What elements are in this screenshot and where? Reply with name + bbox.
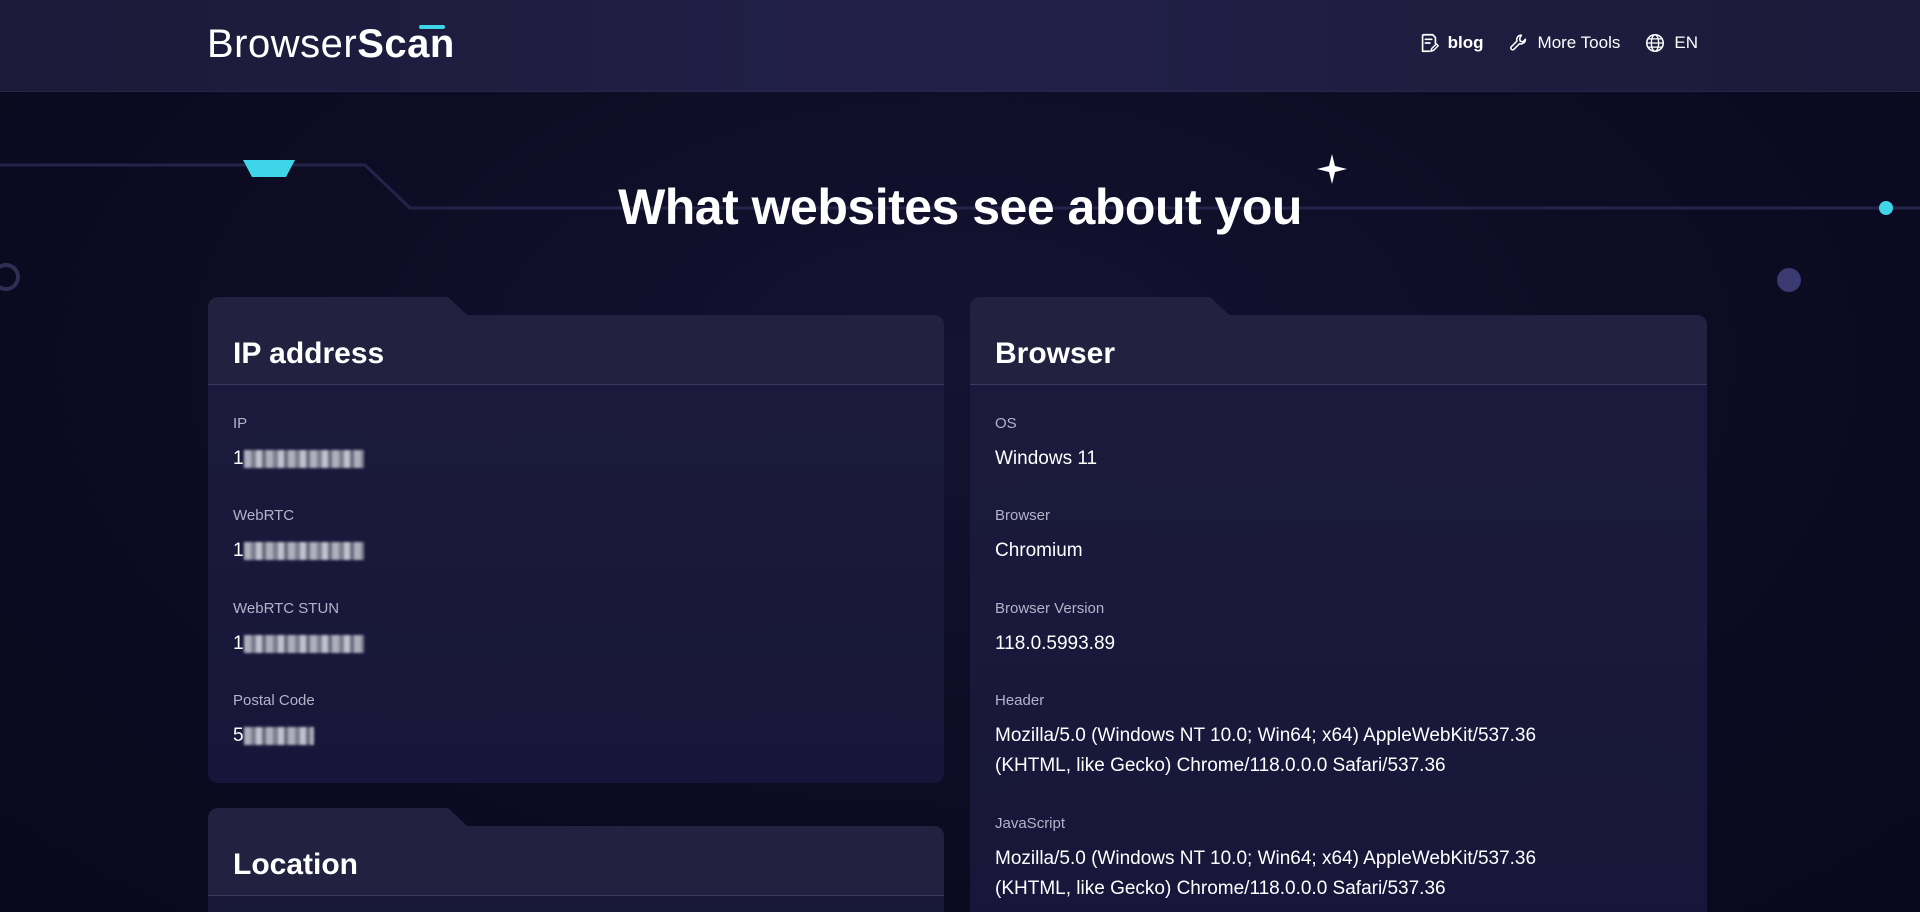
field-label: Browser Version: [995, 600, 1105, 617]
field-value[interactable]: 1: [233, 629, 364, 659]
field-value[interactable]: Mozilla/5.0 (Windows NT 10.0; Win64; x64…: [995, 844, 1615, 904]
field-value[interactable]: Chromium: [995, 536, 1083, 566]
header-nav: blog More Tools EN: [1418, 32, 1698, 54]
header-field: Header Mozilla/5.0 (Windows NT 10.0; Win…: [995, 692, 1615, 781]
redacted-value: [243, 726, 314, 745]
language-selector[interactable]: EN: [1644, 32, 1698, 54]
logo-text-browser: Browser: [207, 22, 358, 66]
redacted-value: [243, 449, 364, 468]
field-label: Browser: [995, 507, 1051, 524]
nav-more-tools-link[interactable]: More Tools: [1508, 32, 1621, 54]
browserscan-logo[interactable]: BrowserScan: [207, 22, 455, 66]
webrtc-stun-field: WebRTC STUN 1: [233, 600, 364, 659]
browser-card: Browser OS Windows 11 Browser Chromium B…: [970, 297, 1707, 912]
nav-blog-link[interactable]: blog: [1418, 32, 1484, 54]
webrtc-field: WebRTC 1: [233, 507, 364, 566]
field-label: JavaScript: [995, 815, 1066, 832]
field-label: WebRTC: [233, 507, 295, 524]
cyan-marker: [243, 160, 295, 177]
field-value[interactable]: Windows 11: [995, 444, 1097, 474]
page-title: What websites see about you: [618, 179, 1302, 235]
os-field: OS Windows 11: [995, 415, 1097, 474]
location-card: Location: [208, 808, 944, 912]
logo-accent-bar: [418, 25, 445, 29]
field-value[interactable]: 5: [233, 721, 315, 751]
nav-blog-label: blog: [1447, 33, 1484, 52]
document-edit-icon: [1421, 33, 1439, 53]
browser-card-title: Browser: [995, 337, 1116, 370]
location-card-title: Location: [233, 848, 358, 881]
ip-card-title: IP address: [233, 337, 385, 370]
browser-field: Browser Chromium: [995, 507, 1083, 566]
top-header: BrowserScan blog More Tools EN: [0, 0, 1920, 92]
card-header: IP address: [208, 315, 944, 385]
ring-decoration: [0, 263, 20, 291]
field-label: Postal Code: [233, 692, 315, 709]
language-label: EN: [1674, 33, 1698, 52]
wrench-icon: [1509, 34, 1526, 51]
field-value[interactable]: 118.0.5993.89: [995, 629, 1115, 659]
field-value[interactable]: 1: [233, 444, 364, 474]
card-header: Location: [208, 826, 944, 896]
javascript-field: JavaScript Mozilla/5.0 (Windows NT 10.0;…: [995, 815, 1615, 904]
field-label: Header: [995, 692, 1045, 709]
browser-version-field: Browser Version 118.0.5993.89: [995, 600, 1115, 659]
redacted-value: [243, 634, 364, 653]
card-header: Browser: [970, 315, 1707, 385]
field-label: OS: [995, 415, 1017, 432]
logo-text-scan: Scan: [357, 22, 455, 66]
purple-dot: [1777, 268, 1801, 292]
field-label: IP: [233, 415, 248, 432]
field-value[interactable]: 1: [233, 536, 364, 566]
ip-address-card: IP address IP 1 WebRTC 1 WebRTC STUN 1 P…: [208, 297, 944, 783]
postal-code-field: Postal Code 5: [233, 692, 315, 751]
redacted-value: [243, 541, 364, 560]
globe-icon: [1646, 33, 1665, 53]
field-label: WebRTC STUN: [233, 600, 340, 617]
page: BrowserScan blog More Tools EN What webs…: [0, 0, 1920, 912]
ip-field: IP 1: [233, 415, 364, 474]
field-value[interactable]: Mozilla/5.0 (Windows NT 10.0; Win64; x64…: [995, 721, 1615, 781]
nav-more-tools-label: More Tools: [1537, 33, 1621, 52]
